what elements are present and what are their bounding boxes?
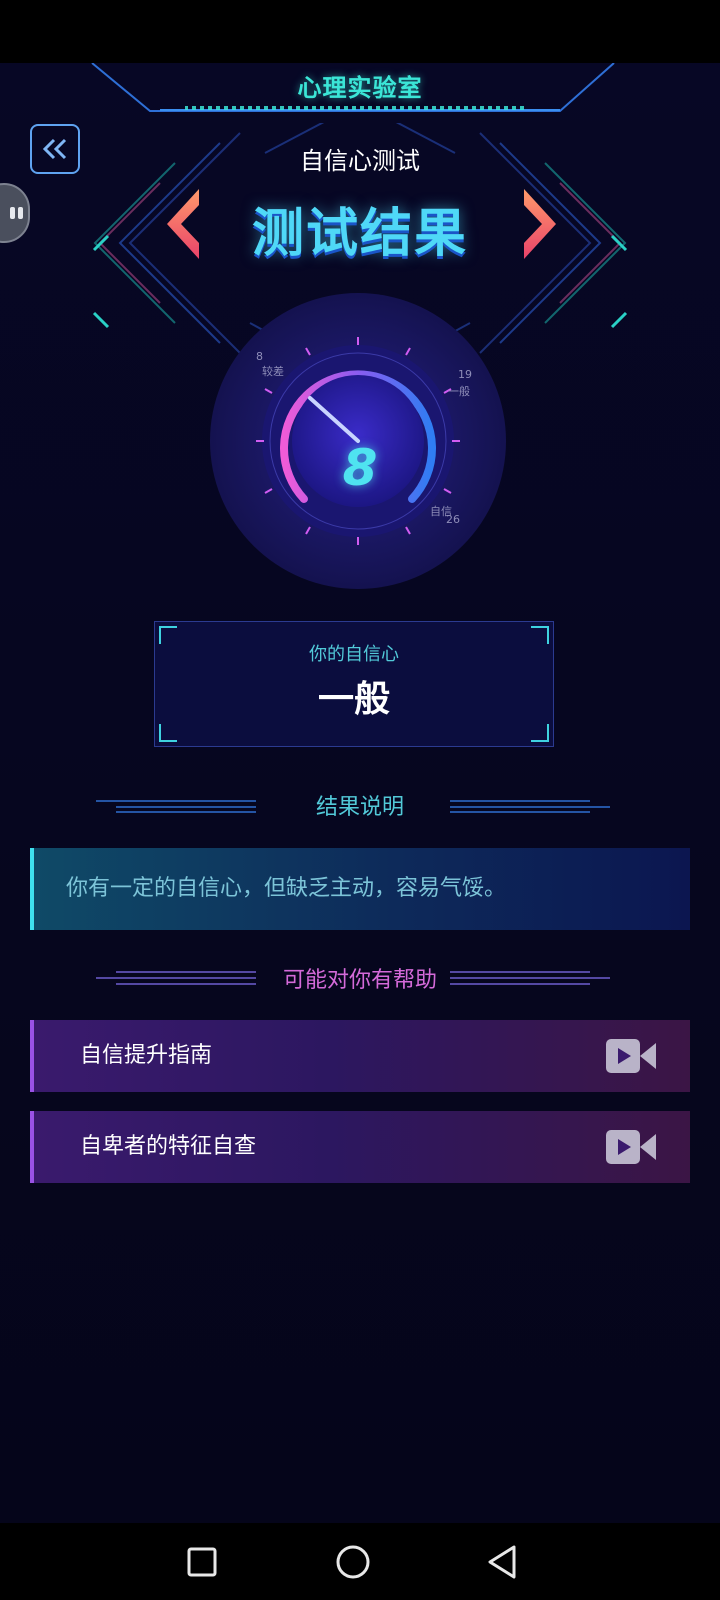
video-icon xyxy=(606,1130,656,1164)
gauge-min-value: 8 xyxy=(256,350,263,363)
test-name: 自信心测试 xyxy=(300,147,420,175)
result-title: 测试结果 xyxy=(251,204,468,264)
recent-apps-button[interactable] xyxy=(172,1523,232,1600)
corner-bracket xyxy=(531,724,549,742)
gauge-max-label: 自信 xyxy=(430,505,452,518)
corner-bracket xyxy=(159,724,177,742)
video-icon xyxy=(606,1039,656,1073)
help-item-confidence-guide[interactable]: 自信提升指南 xyxy=(30,1020,690,1092)
app-title: 心理实验室 xyxy=(297,74,423,102)
help-section-header: 可能对你有帮助 xyxy=(0,958,720,998)
explanation-text: 你有一定的自信心，但缺乏主动，容易气馁。 xyxy=(66,876,507,901)
back-nav-button[interactable] xyxy=(472,1523,532,1600)
explanation-card: 你有一定的自信心，但缺乏主动，容易气馁。 xyxy=(30,848,690,930)
home-button[interactable] xyxy=(323,1523,383,1600)
explanation-title: 结果说明 xyxy=(315,795,404,820)
circle-icon xyxy=(336,1545,370,1578)
help-item-label: 自信提升指南 xyxy=(80,1043,213,1068)
summary-label: 你的自信心 xyxy=(309,644,399,665)
summary-value: 一般 xyxy=(317,679,390,720)
gauge-mid-label: 一般 xyxy=(448,385,470,398)
score-value: 8 xyxy=(342,439,378,497)
status-bar xyxy=(0,0,720,63)
gauge-mid-value: 19 xyxy=(458,368,472,381)
help-item-label: 自卑者的特征自查 xyxy=(80,1134,257,1159)
square-icon xyxy=(187,1547,217,1576)
help-item-self-check[interactable]: 自卑者的特征自查 xyxy=(30,1111,690,1183)
triangle-back-icon xyxy=(488,1545,516,1578)
explanation-section-header: 结果说明 xyxy=(0,785,720,825)
gauge-min-label: 较差 xyxy=(262,365,284,378)
result-summary-card: 你的自信心 一般 xyxy=(154,621,554,747)
system-navigation-bar xyxy=(0,1523,720,1600)
app-screen: 心理实验室 自信心测试 测试结果 8 较差 19 一般 26 自信 8 你的自信… xyxy=(0,63,720,1523)
help-title: 可能对你有帮助 xyxy=(282,968,437,993)
